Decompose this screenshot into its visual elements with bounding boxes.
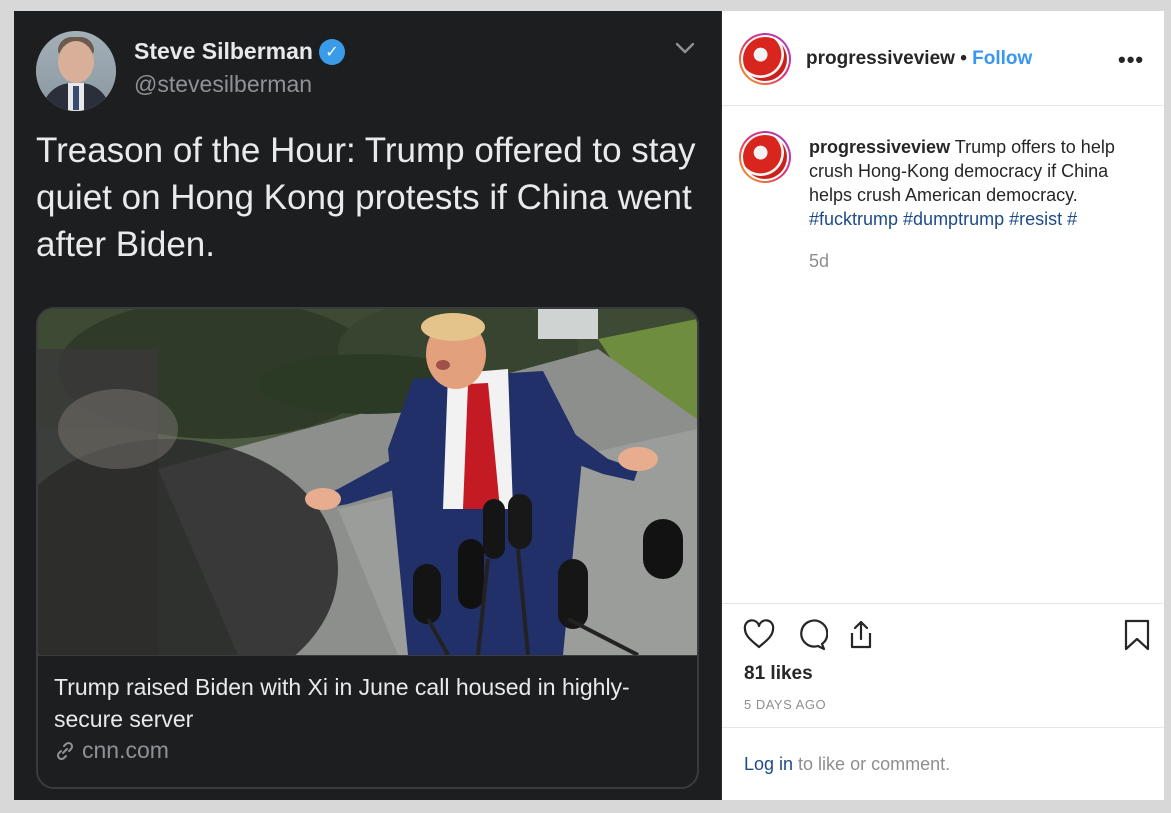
post-caption: progressiveview Trump offers to help cru… — [809, 135, 1147, 231]
instagram-post-panel: progressiveview • Follow ••• progressive… — [722, 11, 1164, 800]
heart-icon[interactable] — [742, 618, 776, 652]
link-icon — [56, 741, 74, 760]
card-divider — [38, 655, 697, 656]
likes-count[interactable]: 81 likes — [744, 663, 813, 685]
follow-button[interactable]: Follow — [972, 48, 1032, 69]
chevron-down-icon[interactable] — [674, 37, 696, 59]
verified-badge-icon: ✓ — [318, 38, 345, 65]
card-headline[interactable]: Trump raised Biden with Xi in June call … — [54, 671, 674, 735]
post-header: progressiveview • Follow ••• — [722, 11, 1164, 106]
tweet-author-avatar[interactable] — [36, 31, 116, 111]
post-date: 5 DAYS AGO — [744, 697, 827, 712]
tweet-author-name-row[interactable]: Steve Silberman ✓ — [134, 38, 345, 65]
login-divider — [722, 727, 1164, 728]
more-options-button[interactable]: ••• — [1118, 47, 1144, 73]
login-prompt: Log in to like or comment. — [744, 754, 950, 775]
caption-avatar[interactable] — [739, 131, 791, 183]
login-prompt-text: to like or comment. — [793, 754, 951, 774]
comment-icon[interactable] — [794, 618, 828, 652]
caption-hashtags[interactable]: #fucktrump #dumptrump #resist # — [809, 209, 1077, 229]
profile-avatar[interactable] — [739, 33, 791, 85]
tweet-embed: Steve Silberman ✓ @stevesilberman Treaso… — [14, 11, 722, 800]
tweet-text: Treason of the Hour: Trump offered to st… — [36, 131, 696, 264]
screenshot-frame: Steve Silberman ✓ @stevesilberman Treaso… — [14, 11, 1164, 800]
news-photo — [38, 309, 697, 655]
separator-dot: • — [960, 48, 967, 69]
actions-divider — [722, 603, 1164, 604]
username-link[interactable]: progressiveview — [806, 48, 955, 69]
tweet-author-name[interactable]: Steve Silberman — [134, 38, 313, 65]
bookmark-icon[interactable] — [1120, 618, 1154, 652]
card-domain[interactable]: cnn.com — [82, 737, 169, 764]
card-domain-row[interactable]: cnn.com — [54, 737, 169, 764]
share-icon[interactable] — [844, 618, 878, 652]
post-header-user-row: progressiveview • Follow — [806, 48, 1032, 70]
caption-age: 5d — [809, 251, 830, 271]
login-link[interactable]: Log in — [744, 754, 793, 774]
link-preview-card[interactable]: Trump raised Biden with Xi in June call … — [36, 307, 699, 789]
caption-username[interactable]: progressiveview — [809, 137, 950, 157]
tweet-author-handle[interactable]: @stevesilberman — [134, 71, 312, 98]
